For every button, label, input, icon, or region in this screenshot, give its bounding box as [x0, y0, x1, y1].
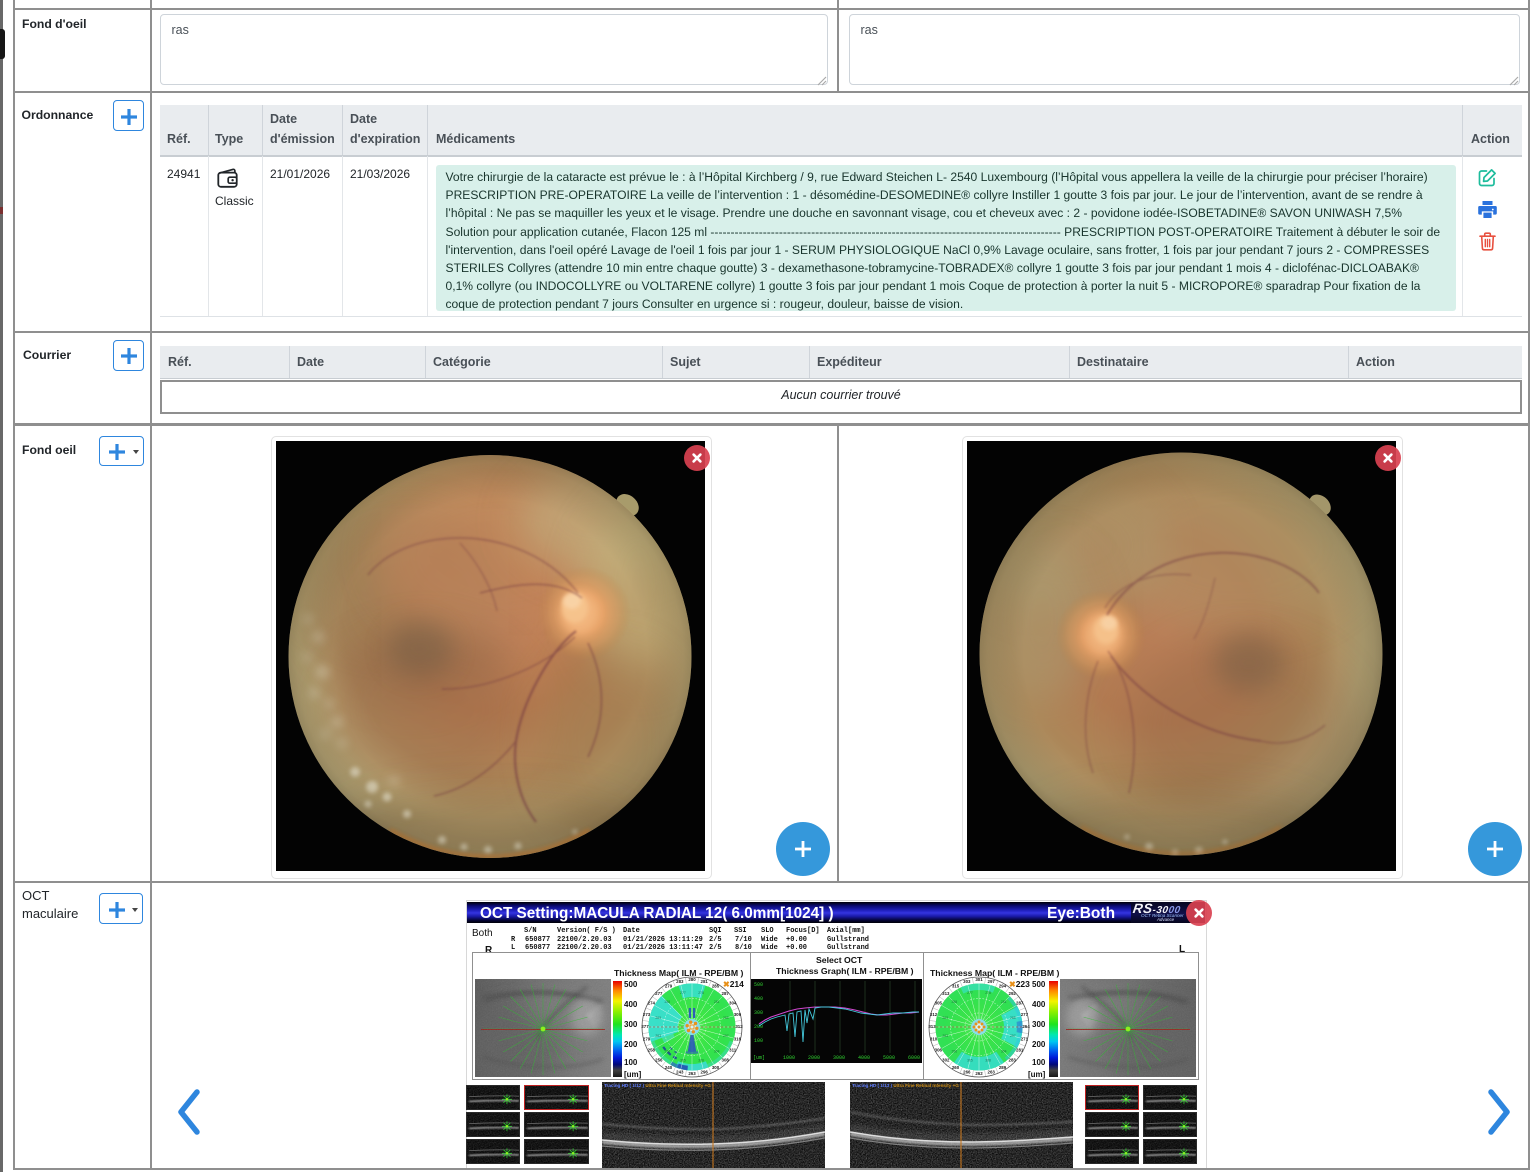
svg-text:273: 273: [642, 1012, 650, 1017]
svg-text:264: 264: [1022, 1024, 1030, 1029]
svg-text:5000: 5000: [883, 1055, 895, 1061]
svg-text:285: 285: [722, 1016, 728, 1020]
svg-text:289: 289: [998, 1065, 1006, 1070]
svg-text:308: 308: [721, 1057, 729, 1062]
svg-text:278: 278: [698, 991, 704, 995]
svg-text:263: 263: [942, 1016, 948, 1020]
svg-text:305: 305: [680, 1059, 686, 1063]
svg-text:300: 300: [754, 1010, 763, 1016]
svg-text:285: 285: [1009, 1016, 1015, 1020]
svg-text:296: 296: [664, 1050, 670, 1054]
svg-text:306: 306: [934, 1048, 942, 1053]
svg-text:297: 297: [987, 979, 995, 984]
svg-text:313: 313: [928, 1024, 936, 1029]
svg-text:263: 263: [688, 1071, 696, 1076]
svg-text:274: 274: [647, 1001, 655, 1006]
svg-text:309: 309: [733, 1012, 741, 1017]
svg-text:287: 287: [721, 991, 729, 996]
svg-text:311: 311: [729, 1048, 737, 1053]
svg-text:287: 287: [1016, 1001, 1024, 1006]
svg-text:243: 243: [676, 1070, 684, 1075]
svg-text:316: 316: [733, 1036, 741, 1041]
svg-text:281: 281: [1000, 1000, 1006, 1004]
svg-text:[um]: [um]: [753, 1055, 765, 1061]
svg-text:258: 258: [647, 1048, 655, 1053]
svg-text:312: 312: [735, 1024, 743, 1029]
svg-text:308: 308: [698, 1059, 704, 1063]
svg-text:200: 200: [754, 1024, 763, 1030]
svg-text:278: 278: [985, 991, 991, 995]
svg-text:285: 285: [711, 983, 719, 988]
svg-text:302: 302: [942, 1057, 950, 1062]
svg-text:297: 297: [1009, 1034, 1015, 1038]
svg-text:279: 279: [642, 1036, 650, 1041]
svg-text:2000: 2000: [808, 1055, 820, 1061]
svg-text:280: 280: [688, 977, 696, 982]
svg-text:281: 281: [713, 1000, 719, 1004]
svg-text:266: 266: [963, 1070, 971, 1075]
svg-text:277: 277: [1020, 1012, 1028, 1017]
svg-text:308: 308: [985, 1059, 991, 1063]
svg-text:279: 279: [664, 983, 672, 988]
svg-text:315: 315: [951, 983, 959, 988]
svg-text:296: 296: [700, 1070, 708, 1075]
svg-text:258: 258: [951, 1000, 957, 1004]
svg-text:400: 400: [754, 996, 763, 1002]
svg-text:500: 500: [754, 982, 763, 988]
svg-text:281: 281: [700, 979, 708, 984]
svg-text:4000: 4000: [858, 1055, 870, 1061]
svg-text:296: 296: [951, 1050, 957, 1054]
svg-text:1000: 1000: [783, 1055, 795, 1061]
svg-text:281: 281: [1016, 1048, 1024, 1053]
svg-text:263: 263: [987, 1070, 995, 1075]
svg-text:263: 263: [655, 1016, 661, 1020]
svg-text:310: 310: [929, 1036, 937, 1041]
svg-text:3000: 3000: [833, 1055, 845, 1061]
svg-text:312: 312: [929, 1012, 937, 1017]
svg-text:240: 240: [664, 1065, 672, 1070]
svg-text:305: 305: [967, 1059, 973, 1063]
svg-text:260: 260: [951, 1065, 959, 1070]
svg-text:271: 271: [1020, 1036, 1028, 1041]
svg-text:283: 283: [1008, 1057, 1016, 1062]
svg-text:256: 256: [655, 1057, 663, 1062]
svg-text:300: 300: [711, 1065, 719, 1070]
svg-text:304: 304: [729, 1001, 737, 1006]
svg-text:304: 304: [1000, 1050, 1006, 1054]
svg-text:297: 297: [722, 1034, 728, 1038]
svg-text:313: 313: [942, 991, 950, 996]
svg-text:292: 292: [1008, 991, 1016, 996]
svg-text:277: 277: [641, 1024, 649, 1029]
svg-text:305: 305: [934, 1001, 942, 1006]
svg-text:277: 277: [967, 991, 973, 995]
svg-text:283: 283: [676, 979, 684, 984]
svg-text:262: 262: [975, 1071, 983, 1076]
svg-text:301: 301: [975, 977, 983, 982]
svg-text:283: 283: [942, 1034, 948, 1038]
svg-text:304: 304: [713, 1050, 719, 1054]
svg-text:283: 283: [655, 1034, 661, 1038]
svg-text:277: 277: [655, 991, 663, 996]
svg-text:6000: 6000: [908, 1055, 920, 1061]
svg-text:294: 294: [998, 983, 1006, 988]
svg-text:277: 277: [680, 991, 686, 995]
svg-text:100: 100: [754, 1038, 763, 1044]
svg-text:258: 258: [664, 1000, 670, 1004]
svg-text:303: 303: [963, 979, 971, 984]
